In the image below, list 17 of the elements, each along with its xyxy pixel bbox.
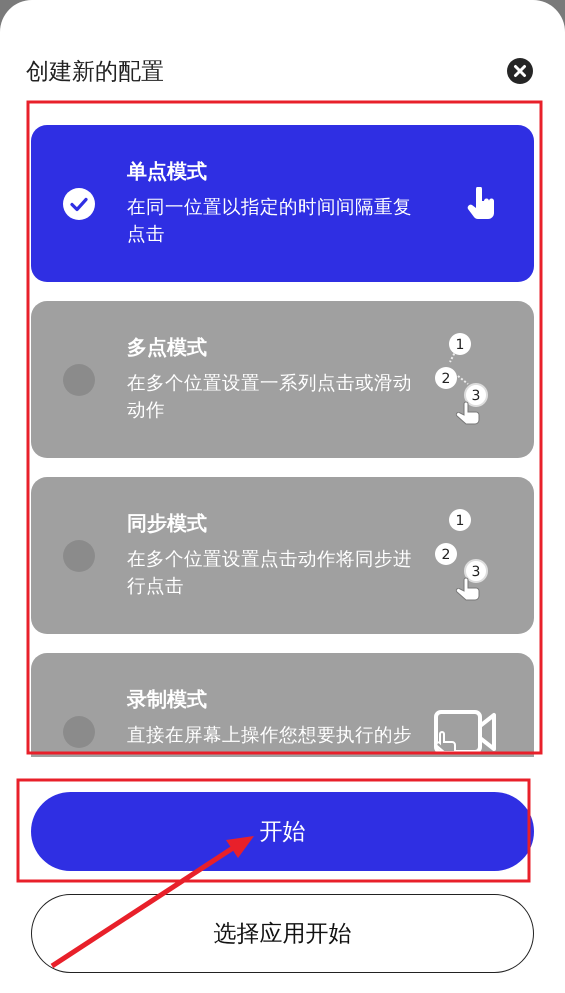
mode-title: 单点模式 xyxy=(127,158,208,184)
close-icon[interactable] xyxy=(507,58,533,84)
mode-title: 多点模式 xyxy=(127,334,208,360)
video-camera-icon xyxy=(434,710,498,754)
mode-description: 在多个位置设置一系列点击或滑动动作 xyxy=(127,372,413,423)
mode-title: 同步模式 xyxy=(127,510,208,536)
mode-description: 在多个位置设置点击动作将同步进行点击 xyxy=(127,548,413,599)
mode-description: 在同一位置以指定的时间间隔重复点击 xyxy=(127,196,413,247)
mode-card[interactable]: 同步模式 在多个位置设置点击动作将同步进行点击 1 2 3 xyxy=(31,477,534,634)
app-start-button[interactable]: 选择应用开始 xyxy=(31,894,534,973)
start-button[interactable]: 开始 xyxy=(31,792,534,871)
dialog-title: 创建新的配置 xyxy=(26,58,164,86)
mode-card[interactable]: 多点模式 在多个位置设置一系列点击或滑动动作 1 2 3 xyxy=(31,301,534,458)
check-icon xyxy=(63,188,95,220)
mode-description: 直接在屏幕上操作您想要执行的步 xyxy=(127,724,413,748)
mode-card[interactable]: 单点模式 在同一位置以指定的时间间隔重复点击 xyxy=(31,125,534,282)
mode-title: 录制模式 xyxy=(127,686,208,712)
